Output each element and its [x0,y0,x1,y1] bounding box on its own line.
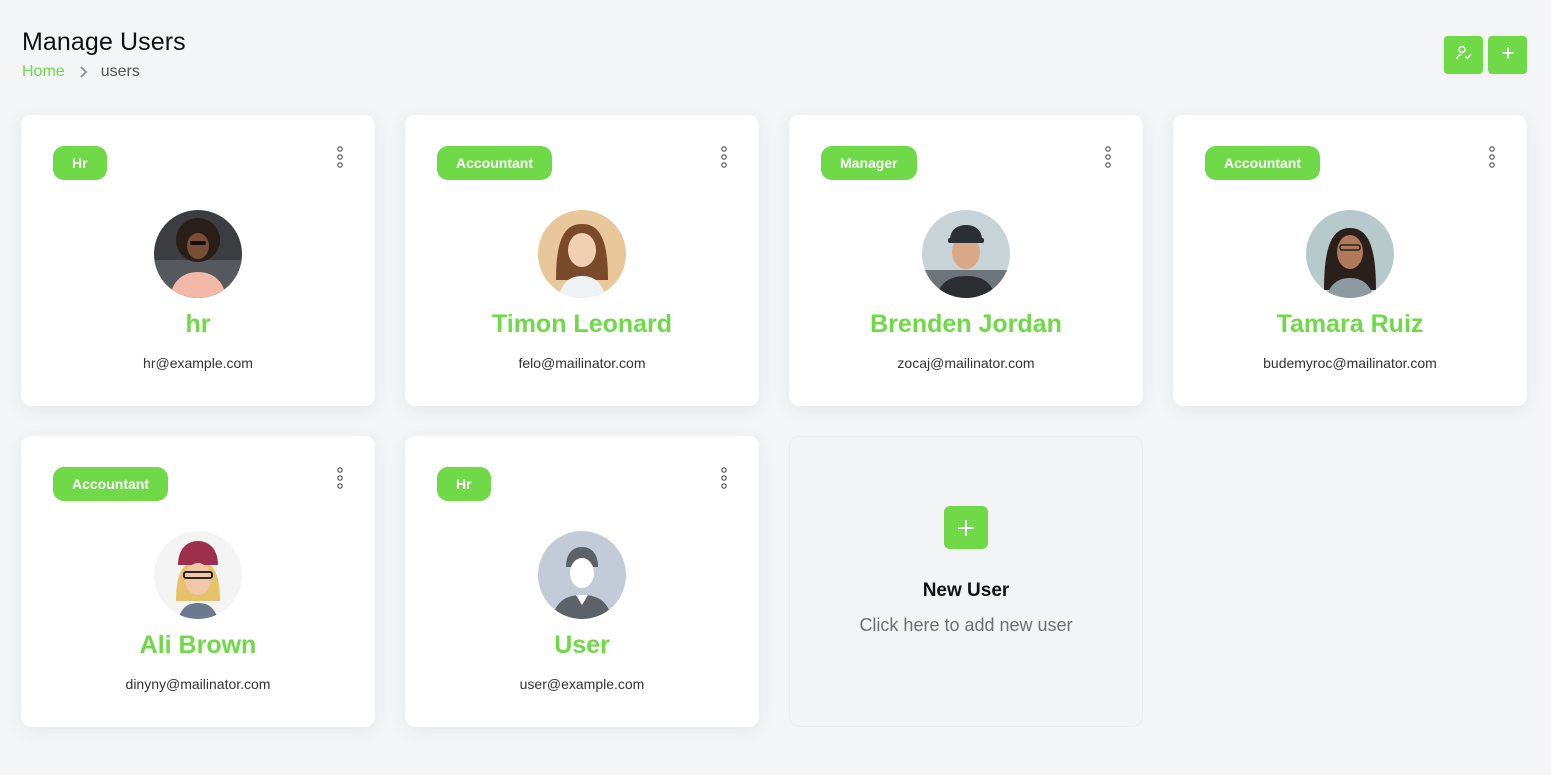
role-badge: Accountant [437,146,552,180]
user-email: user@example.com [519,676,645,692]
avatar [538,210,626,298]
avatar [154,210,242,298]
user-card: Hr User user@example.com [405,436,759,727]
plus-icon[interactable] [944,506,988,549]
default-avatar-icon [538,531,626,619]
chevron-right-icon [79,66,87,78]
plus-icon [1500,45,1516,66]
header-actions [1444,36,1527,74]
new-user-subtitle: Click here to add new user [859,615,1073,635]
user-name[interactable]: User [405,631,759,660]
user-card: Accountant Tamara Ruiz budemyroc@mailina… [1173,115,1527,406]
user-card: Accountant Timon Leonard felo@mailinator… [405,115,759,406]
user-email: zocaj@mailinator.com [897,355,1035,371]
more-options-icon[interactable] [717,145,731,169]
user-roles-button[interactable] [1444,36,1483,74]
avatar [922,210,1010,298]
more-options-icon[interactable] [717,466,731,490]
user-name[interactable]: Brenden Jordan [789,310,1143,339]
user-name[interactable]: Ali Brown [21,631,375,660]
more-options-icon[interactable] [1101,145,1115,169]
more-options-icon[interactable] [333,145,347,169]
user-name[interactable]: Tamara Ruiz [1173,310,1527,339]
more-options-icon[interactable] [333,466,347,490]
new-user-card[interactable]: New User Click here to add new user [789,436,1143,727]
new-user-title: New User [922,580,1010,601]
user-email: budemyroc@mailinator.com [1263,355,1437,371]
more-options-icon[interactable] [1485,145,1499,169]
role-badge: Accountant [1205,146,1320,180]
user-email: dinyny@mailinator.com [125,676,271,692]
breadcrumb-current: users [100,63,140,80]
page-title: Manage Users [22,28,186,56]
avatar [1306,210,1394,298]
role-badge: Accountant [53,467,168,501]
breadcrumb: Home users [22,63,186,81]
page-header: Manage Users Home users [22,28,186,81]
role-badge: Manager [821,146,917,180]
role-badge: Hr [437,467,491,501]
add-user-button[interactable] [1488,36,1527,74]
user-check-icon [1455,44,1473,67]
user-card: Accountant Ali Brown dinyny@mailinator.c… [21,436,375,727]
user-email: felo@mailinator.com [518,355,646,371]
user-card: Manager Brenden Jordan zocaj@mailinator.… [789,115,1143,406]
role-badge: Hr [53,146,107,180]
user-name[interactable]: Timon Leonard [405,310,759,339]
user-card: Hr hr hr@example.com [21,115,375,406]
breadcrumb-home-link[interactable]: Home [22,63,65,81]
user-name[interactable]: hr [21,310,375,339]
avatar [154,531,242,619]
user-email: hr@example.com [143,355,253,371]
